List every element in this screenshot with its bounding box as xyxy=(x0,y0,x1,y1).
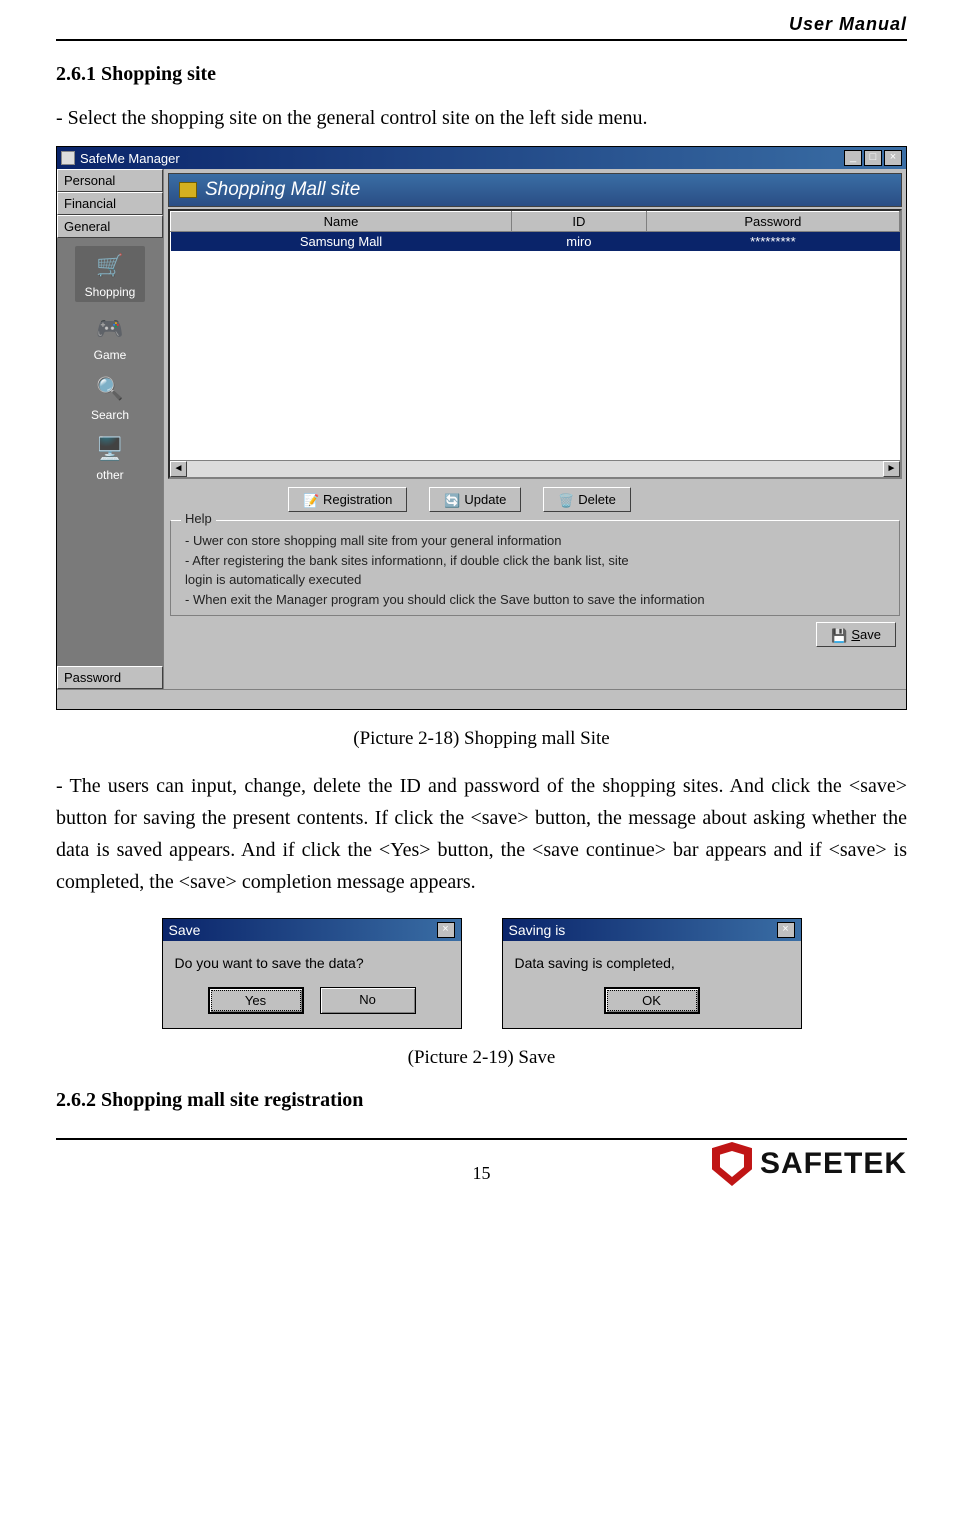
titlebar: SafeMe Manager _ □ × xyxy=(57,147,906,169)
header-title: User Manual xyxy=(56,14,907,39)
col-name[interactable]: Name xyxy=(171,212,512,232)
sidebar-item-label: Shopping xyxy=(85,285,136,299)
window-title: SafeMe Manager xyxy=(80,151,844,166)
ok-button[interactable]: OK xyxy=(604,987,700,1014)
update-icon: 🔄 xyxy=(444,493,458,507)
save-icon: 💾 xyxy=(831,628,845,642)
save-dialog-titlebar: Save × xyxy=(163,919,461,941)
header-rule xyxy=(56,39,907,41)
help-legend: Help xyxy=(181,511,216,526)
save-dialog: Save × Do you want to save the data? Yes… xyxy=(162,918,462,1029)
close-icon[interactable]: × xyxy=(437,922,455,938)
page-footer: 15 SAFETEK xyxy=(56,1140,907,1200)
action-row: 📝 Registration 🔄 Update 🗑️ Delete xyxy=(168,479,902,518)
close-icon[interactable]: × xyxy=(777,922,795,938)
update-label: Update xyxy=(464,492,506,507)
help-line: login is automatically executed xyxy=(185,570,889,590)
close-button[interactable]: × xyxy=(884,150,902,166)
sidebar-tab-financial[interactable]: Financial xyxy=(57,192,163,215)
sidebar-tab-general[interactable]: General xyxy=(57,215,163,238)
section-heading-261: 2.6.1 Shopping site xyxy=(56,63,907,86)
save-label: Save xyxy=(851,627,881,642)
yes-button[interactable]: Yes xyxy=(208,987,304,1014)
panel-header: Shopping Mall site xyxy=(168,173,902,207)
sidebar-item-game[interactable]: 🎮 Game xyxy=(93,312,127,362)
help-line: - When exit the Manager program you shou… xyxy=(185,590,889,610)
sidebar-item-shopping[interactable]: 🛒 Shopping xyxy=(75,246,146,302)
sidebar-item-label: other xyxy=(93,468,127,482)
main-panel: Shopping Mall site Name ID Password xyxy=(164,169,906,689)
shopping-icon: 🛒 xyxy=(93,249,127,283)
shield-icon xyxy=(712,1142,752,1186)
save-dialog-message: Do you want to save the data? xyxy=(163,941,461,979)
sidebar-tab-personal[interactable]: Personal xyxy=(57,169,163,192)
shopping-table: Name ID Password Samsung Mall miro *****… xyxy=(170,211,900,251)
delete-button[interactable]: 🗑️ Delete xyxy=(543,487,631,512)
scroll-right-button[interactable]: ► xyxy=(883,461,900,477)
brand-name: SAFETEK xyxy=(760,1147,907,1181)
folder-icon xyxy=(179,182,197,198)
delete-label: Delete xyxy=(578,492,616,507)
cell-password: ********* xyxy=(646,232,899,252)
page-number: 15 xyxy=(473,1163,491,1184)
done-dialog-title: Saving is xyxy=(509,922,777,938)
save-dialog-title: Save xyxy=(169,922,437,938)
brand-logo: SAFETEK xyxy=(712,1142,907,1186)
section-heading-262: 2.6.2 Shopping mall site registration xyxy=(56,1089,907,1112)
registration-label: Registration xyxy=(323,492,392,507)
app-icon xyxy=(61,151,75,165)
scroll-track[interactable] xyxy=(187,461,883,477)
maximize-button[interactable]: □ xyxy=(864,150,882,166)
sidebar-item-label: Game xyxy=(93,348,127,362)
cell-id: miro xyxy=(512,232,647,252)
done-dialog-message: Data saving is completed, xyxy=(503,941,801,979)
figure-caption-219: (Picture 2-19) Save xyxy=(56,1047,907,1069)
no-button[interactable]: No xyxy=(320,987,416,1014)
panel-title: Shopping Mall site xyxy=(205,179,360,201)
minimize-button[interactable]: _ xyxy=(844,150,862,166)
body-text-261: - The users can input, change, delete th… xyxy=(56,770,907,898)
table-row[interactable]: Samsung Mall miro ********* xyxy=(171,232,900,252)
other-icon: 🖥️ xyxy=(93,432,127,466)
sidebar-tab-password[interactable]: Password xyxy=(57,666,163,689)
saving-done-dialog: Saving is × Data saving is completed, OK xyxy=(502,918,802,1029)
cell-name: Samsung Mall xyxy=(171,232,512,252)
game-icon: 🎮 xyxy=(93,312,127,346)
help-group: Help - Uwer con store shopping mall site… xyxy=(170,520,900,616)
help-line: - Uwer con store shopping mall site from… xyxy=(185,531,889,551)
save-button[interactable]: 💾 Save xyxy=(816,622,896,647)
update-button[interactable]: 🔄 Update xyxy=(429,487,521,512)
delete-icon: 🗑️ xyxy=(558,493,572,507)
col-password[interactable]: Password xyxy=(646,212,899,232)
intro-text-261: - Select the shopping site on the genera… xyxy=(56,102,907,134)
dialog-row: Save × Do you want to save the data? Yes… xyxy=(56,918,907,1029)
table-area: Name ID Password Samsung Mall miro *****… xyxy=(168,209,902,479)
sidebar-item-label: Search xyxy=(91,408,129,422)
help-line: - After registering the bank sites infor… xyxy=(185,551,889,571)
sidebar-item-search[interactable]: 🔍 Search xyxy=(91,372,129,422)
done-dialog-titlebar: Saving is × xyxy=(503,919,801,941)
sidebar-item-other[interactable]: 🖥️ other xyxy=(93,432,127,482)
statusbar xyxy=(57,689,906,709)
registration-button[interactable]: 📝 Registration xyxy=(288,487,407,512)
registration-icon: 📝 xyxy=(303,493,317,507)
figure-caption-218: (Picture 2-18) Shopping mall Site xyxy=(56,728,907,750)
app-window: SafeMe Manager _ □ × Personal Financial … xyxy=(56,146,907,710)
horizontal-scrollbar[interactable]: ◄ ► xyxy=(170,460,900,477)
sidebar: Personal Financial General 🛒 Shopping 🎮 … xyxy=(57,169,164,689)
col-id[interactable]: ID xyxy=(512,212,647,232)
scroll-left-button[interactable]: ◄ xyxy=(170,461,187,477)
search-icon: 🔍 xyxy=(93,372,127,406)
